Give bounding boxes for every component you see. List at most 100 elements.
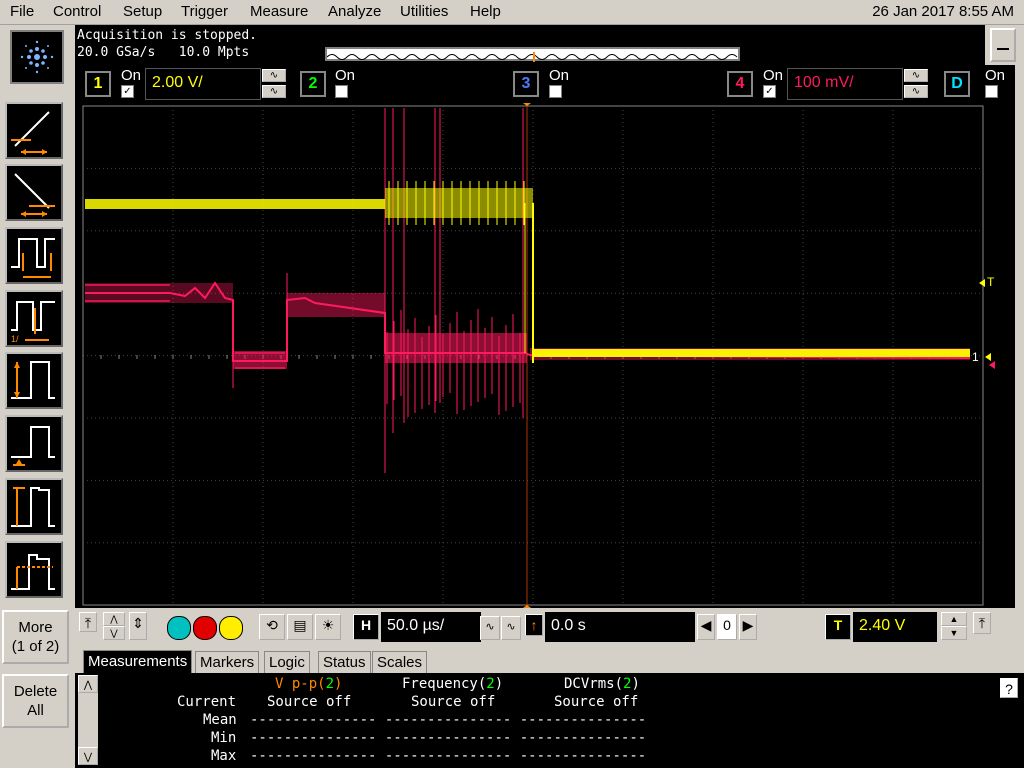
channel-4-checkbox[interactable]: ✓ (763, 85, 776, 98)
base-trigger-button[interactable] (5, 415, 63, 472)
trigger-level-field[interactable]: 2.40 V (853, 612, 937, 642)
mean-values: --------------- --------------- --------… (250, 712, 647, 728)
waveform-overview[interactable] (325, 47, 740, 62)
horizontal-home-button[interactable]: ⤒ (79, 612, 97, 632)
delay-right-button[interactable]: ▶ (739, 614, 757, 640)
pulse-width-icon (11, 238, 55, 278)
row-label-current: Current (177, 694, 237, 710)
measurements-scrollbar[interactable]: ⋀ ⋁ (78, 675, 98, 765)
channel-3-button[interactable]: 3 (513, 71, 539, 97)
trigger-reference-icon: ↑ (525, 614, 543, 636)
channel-3-checkbox[interactable] (549, 85, 562, 98)
zoom-toggle-button[interactable]: ⇕ (129, 612, 147, 640)
date-time: 26 Jan 2017 8:55 AM (872, 3, 1014, 20)
tab-logic[interactable]: Logic (264, 651, 310, 674)
menu-setup[interactable]: Setup (123, 3, 162, 20)
trigger-button[interactable]: T (825, 614, 851, 640)
single-color-button[interactable] (219, 616, 243, 640)
falling-edge-trigger-button[interactable] (5, 164, 63, 221)
dcvrms-current-value: Source off (554, 694, 639, 710)
period-trigger-button[interactable]: 1/ (5, 290, 63, 347)
print-button[interactable]: ▤ (287, 614, 313, 640)
threshold-trigger-button[interactable] (5, 541, 63, 598)
tab-status[interactable]: Status (318, 651, 371, 674)
delete-all-button[interactable]: Delete All (2, 674, 69, 728)
timebase-bar: ⤒ ⋀ ⋁ ⇕ ⟲ ▤ ☀ H 50.0 µs/ ∿ ∿ ↑ 0.0 s ◀ 0… (75, 608, 1015, 648)
overshoot-icon (11, 487, 55, 527)
digital-on-label: On (985, 67, 1006, 84)
channel-4-dc-coupling[interactable]: ∿ (904, 85, 928, 98)
menu-control[interactable]: Control (53, 3, 101, 20)
tab-scales[interactable]: Scales (372, 651, 428, 674)
rising-edge-icon (11, 111, 50, 155)
menu-file[interactable]: File (10, 3, 34, 20)
delete-label: Delete (13, 683, 58, 700)
digital-channel-button[interactable]: D (944, 71, 970, 97)
vpp-current-value: Source off (267, 694, 352, 710)
channel-4-button[interactable]: 4 (727, 71, 753, 97)
help-button[interactable]: ? (1000, 678, 1018, 698)
amplitude-icon (11, 361, 55, 399)
run-color-button[interactable] (167, 616, 191, 640)
tab-measurements[interactable]: Measurements (83, 650, 193, 674)
channel-1-ac-coupling[interactable]: ∿ (262, 69, 286, 82)
menu-utilities[interactable]: Utilities (400, 3, 448, 20)
brand-logo (10, 30, 64, 84)
horizontal-delay-field[interactable]: 0.0 s (545, 612, 695, 642)
minimize-button[interactable] (990, 28, 1016, 62)
display-brightness-button[interactable]: ☀ (315, 614, 341, 640)
scroll-down-button[interactable]: ⋁ (78, 747, 98, 765)
scroll-up-button[interactable]: ⋀ (78, 675, 98, 693)
tab-markers[interactable]: Markers (195, 651, 260, 674)
delay-zero-button[interactable]: 0 (717, 614, 737, 640)
zoom-up-button[interactable]: ⋀ (103, 612, 125, 626)
bottom-tabs: Measurements Markers Logic Status Scales (75, 648, 1024, 674)
menu-analyze[interactable]: Analyze (328, 3, 381, 20)
falling-edge-icon (14, 173, 55, 217)
channel-2-button[interactable]: 2 (300, 71, 326, 97)
channel-4-ac-coupling[interactable]: ∿ (904, 69, 928, 82)
pulse-width-trigger-button[interactable] (5, 227, 63, 284)
channel-1-button[interactable]: 1 (85, 71, 111, 97)
channel-2-checkbox[interactable] (335, 85, 348, 98)
min-values: --------------- --------------- --------… (250, 730, 647, 746)
menu-help[interactable]: Help (470, 3, 501, 20)
measurement-header-dcvrms: DCVrms(2) (564, 676, 640, 692)
channel-1-dc-coupling[interactable]: ∿ (262, 85, 286, 98)
all-label: All (27, 702, 44, 719)
row-label-max: Max (211, 748, 237, 764)
trigger-level-down-button[interactable]: ▼ (941, 626, 967, 640)
more-button[interactable]: More (1 of 2) (2, 610, 69, 664)
trigger-level-marker: T (987, 275, 995, 289)
menu-trigger[interactable]: Trigger (181, 3, 228, 20)
menu-measure[interactable]: Measure (250, 3, 308, 20)
more-label: More (18, 619, 53, 636)
stop-color-button[interactable] (193, 616, 217, 640)
acquisition-state: Acquisition is stopped. (77, 28, 258, 43)
channel-bar: 1 On ✓ 2.00 V/ ∿ ∿ 2 On 3 On 4 On ✓ 100 … (75, 65, 1015, 103)
waveform-graticule: T 1 (82, 103, 995, 608)
channel-4-scale[interactable]: 100 mV/ (787, 68, 903, 100)
trigger-level-up-button[interactable]: ▲ (941, 612, 967, 626)
channel-1-scale[interactable]: 2.00 V/ (145, 68, 261, 100)
digital-checkbox[interactable] (985, 85, 998, 98)
time-per-div-field[interactable]: 50.0 µs/ (381, 612, 481, 642)
delay-left-button[interactable]: ◀ (697, 614, 715, 640)
more-page-label: (1 of 2) (11, 638, 60, 655)
zoom-down-button[interactable]: ⋁ (103, 626, 125, 640)
channel-1-on-label: On (121, 67, 142, 84)
autoscale-button[interactable]: ⟲ (259, 614, 285, 640)
amplitude-trigger-button[interactable] (5, 352, 63, 409)
rising-edge-trigger-button[interactable] (5, 102, 63, 159)
horizontal-button[interactable]: H (353, 614, 379, 640)
trigger-center-button[interactable]: ⤒ (973, 612, 991, 634)
svg-text:1/: 1/ (11, 334, 19, 344)
waveform-display[interactable]: T 1 (75, 103, 1015, 608)
max-values: --------------- --------------- --------… (250, 748, 647, 764)
base-level-icon (11, 426, 55, 466)
time-scale-coarse-button[interactable]: ∿ (501, 616, 521, 640)
time-scale-fine-button[interactable]: ∿ (480, 616, 500, 640)
row-label-mean: Mean (203, 712, 237, 728)
channel-1-checkbox[interactable]: ✓ (121, 85, 134, 98)
overshoot-trigger-button[interactable] (5, 478, 63, 535)
